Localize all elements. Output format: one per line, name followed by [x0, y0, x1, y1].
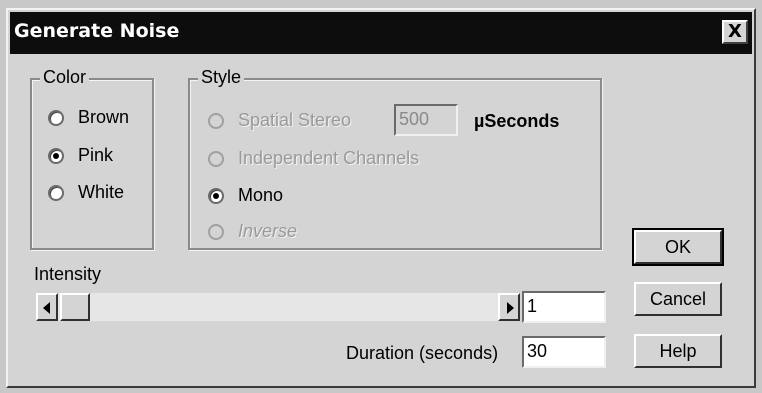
radio-inverse[interactable]: Inverse	[208, 221, 297, 242]
radio-brown-label: Brown	[78, 107, 130, 127]
radio-inverse-label: Inverse	[238, 221, 298, 241]
radio-spatial-circle	[208, 112, 224, 129]
title-bar[interactable]: Generate Noise X	[10, 12, 752, 54]
radio-white-label: White	[78, 182, 125, 202]
radio-independent-circle	[208, 150, 224, 167]
radio-brown[interactable]: Brown	[48, 107, 129, 128]
selected-dot-icon	[53, 152, 59, 159]
radio-spatial-label: Spatial Stereo	[238, 110, 352, 130]
duration-label: Duration (seconds)	[346, 343, 499, 363]
radio-pink[interactable]: Pink	[48, 145, 113, 166]
intensity-label: Intensity	[34, 264, 102, 284]
radio-spatial-stereo[interactable]: Spatial Stereo	[208, 110, 351, 131]
scroll-left-button[interactable]	[36, 293, 58, 321]
radio-mono[interactable]: Mono	[208, 185, 283, 206]
spatial-stereo-input[interactable]: 500	[394, 104, 458, 136]
selected-dot-icon	[213, 192, 219, 199]
arrow-left-icon	[43, 302, 50, 314]
radio-white[interactable]: White	[48, 182, 124, 203]
microseconds-label: µSeconds	[474, 111, 560, 131]
radio-brown-circle	[48, 109, 64, 126]
radio-inverse-circle	[208, 223, 224, 240]
radio-independent-label: Independent Channels	[238, 148, 420, 168]
radio-pink-circle	[48, 147, 64, 164]
radio-mono-circle	[208, 187, 224, 204]
radio-independent-channels[interactable]: Independent Channels	[208, 148, 419, 169]
duration-input[interactable]: 30	[522, 336, 606, 368]
scroll-thumb[interactable]	[60, 293, 90, 321]
generate-noise-dialog: Generate Noise X Color Brown Pink White …	[6, 8, 756, 388]
close-button[interactable]: X	[722, 20, 748, 44]
cancel-button[interactable]: Cancel	[634, 282, 722, 316]
intensity-input[interactable]: 1	[522, 291, 606, 323]
scroll-right-button[interactable]	[498, 293, 520, 321]
radio-mono-label: Mono	[238, 185, 284, 205]
help-button[interactable]: Help	[634, 334, 722, 368]
style-legend: Style	[198, 67, 245, 88]
radio-pink-label: Pink	[78, 145, 114, 165]
close-icon: X	[728, 21, 742, 42]
dialog-title: Generate Noise	[14, 20, 180, 42]
ok-button[interactable]: OK	[632, 228, 724, 266]
radio-white-circle	[48, 184, 64, 201]
intensity-slider[interactable]	[36, 293, 520, 321]
color-legend: Color	[40, 67, 90, 88]
arrow-right-icon	[507, 302, 514, 314]
